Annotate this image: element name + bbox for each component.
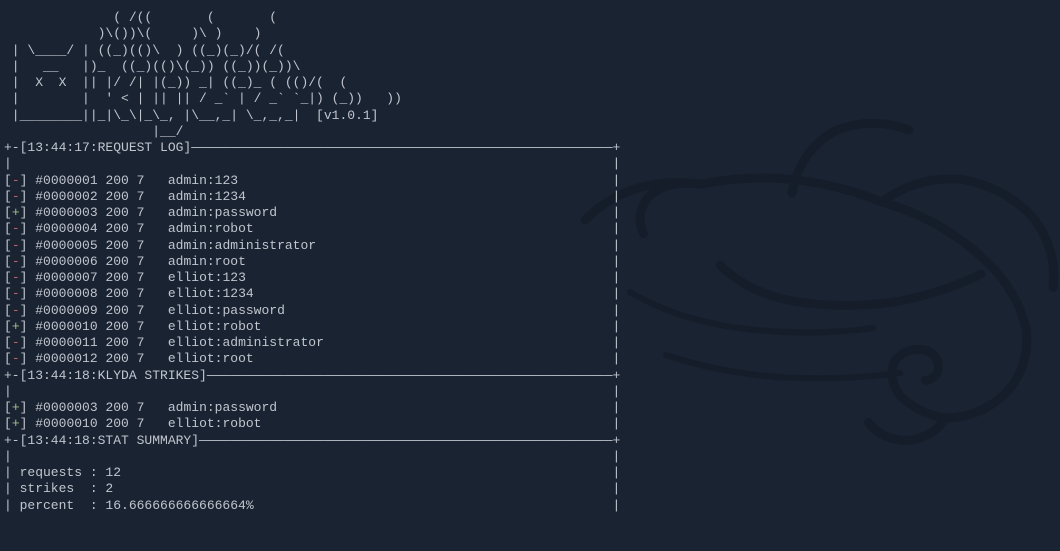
summary-section: +-[13:44:18:STAT SUMMARY]———————————————… — [4, 433, 1056, 514]
log-entry: [-] #0000005 200 7 admin:administrator | — [4, 238, 1056, 254]
log-entry: [-] #0000002 200 7 admin:1234 | — [4, 189, 1056, 205]
box-spacer: | | — [4, 449, 1056, 465]
box-spacer: | | — [4, 384, 1056, 400]
request-log-section: +-[13:44:17:REQUEST LOG]————————————————… — [4, 140, 1056, 368]
log-entry: [-] #0000006 200 7 admin:root | — [4, 254, 1056, 270]
log-entry: [-] #0000001 200 7 admin:123 | — [4, 173, 1056, 189]
stat-line: | strikes : 2 | — [4, 481, 1056, 497]
stat-line: | percent : 16.666666666666664% | — [4, 498, 1056, 514]
log-entry: [+] #0000003 200 7 admin:password | — [4, 205, 1056, 221]
log-entry: [-] #0000011 200 7 elliot:administrator … — [4, 335, 1056, 351]
log-entry: [-] #0000012 200 7 elliot:root | — [4, 351, 1056, 367]
summary-header: +-[13:44:18:STAT SUMMARY]———————————————… — [4, 433, 1056, 449]
ascii-banner: ( /(( ( ( )\())\( )\ ) ) | \____/ | ((_)… — [4, 10, 1056, 140]
log-entry: [-] #0000004 200 7 admin:robot | — [4, 221, 1056, 237]
strikes-header: +-[13:44:18:KLYDA STRIKES]——————————————… — [4, 368, 1056, 384]
terminal-output: ( /(( ( ( )\())\( )\ ) ) | \____/ | ((_)… — [4, 10, 1056, 514]
box-spacer: | | — [4, 156, 1056, 172]
log-entry: [+] #0000003 200 7 admin:password | — [4, 400, 1056, 416]
log-entry: [+] #0000010 200 7 elliot:robot | — [4, 416, 1056, 432]
request-log-header: +-[13:44:17:REQUEST LOG]————————————————… — [4, 140, 1056, 156]
log-entry: [+] #0000010 200 7 elliot:robot | — [4, 319, 1056, 335]
stat-line: | requests : 12 | — [4, 465, 1056, 481]
log-entry: [-] #0000007 200 7 elliot:123 | — [4, 270, 1056, 286]
log-entry: [-] #0000009 200 7 elliot:password | — [4, 303, 1056, 319]
strikes-section: +-[13:44:18:KLYDA STRIKES]——————————————… — [4, 368, 1056, 433]
log-entry: [-] #0000008 200 7 elliot:1234 | — [4, 286, 1056, 302]
